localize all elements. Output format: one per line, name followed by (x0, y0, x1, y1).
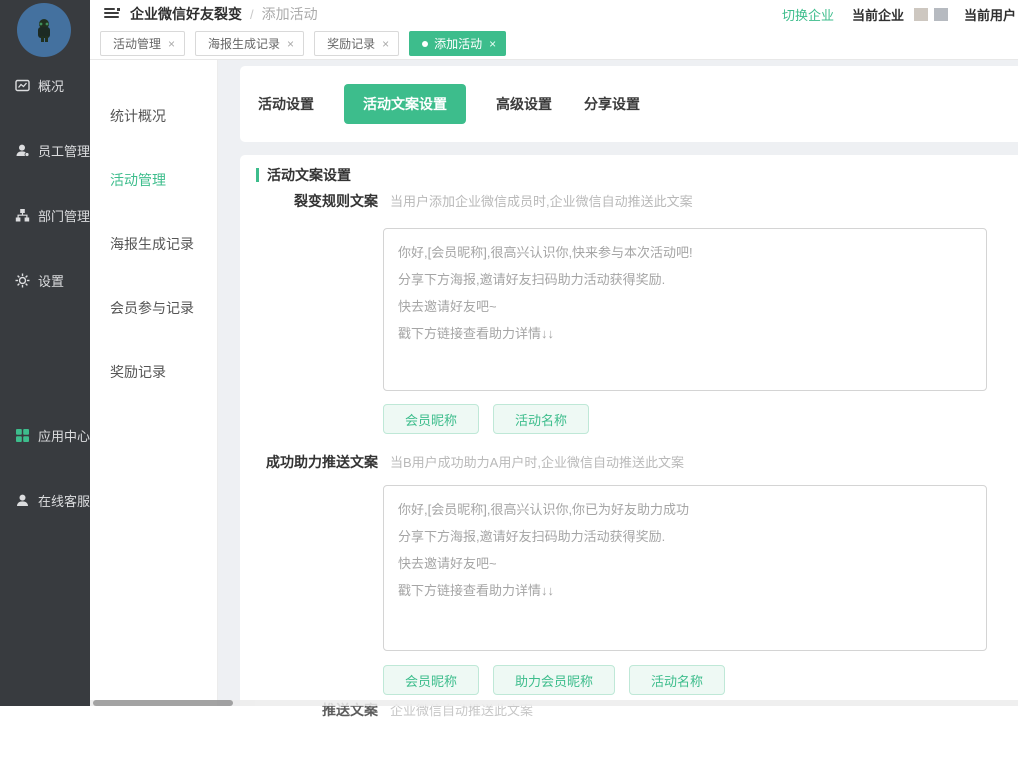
breadcrumb-current: 添加活动 (262, 4, 318, 24)
tab-label: 海报生成记录 (208, 35, 280, 52)
field-row-label: 裂变规则文案 当用户添加企业微信成员时,企业微信自动推送此文案 (240, 191, 693, 211)
module-sidebar: 统计概况 活动管理 海报生成记录 会员参与记录 奖励记录 (90, 60, 218, 706)
breadcrumb-parent[interactable]: 企业微信好友裂变 (130, 4, 242, 24)
tab-activity-copy-settings[interactable]: 活动文案设置 (344, 84, 466, 124)
app-logo[interactable] (17, 3, 71, 57)
current-company-label: 当前企业 (852, 5, 904, 24)
module-item-stats-overview[interactable]: 统计概况 (90, 84, 217, 148)
mascot-logo-icon (29, 15, 59, 45)
close-tab-icon[interactable]: × (287, 37, 294, 51)
collapse-menu-icon[interactable] (104, 7, 120, 21)
fission-rule-copy-textarea[interactable]: 你好,[会员昵称],很高兴认识你,快来参与本次活动吧! 分享下方海报,邀请好友扫… (383, 228, 987, 391)
insert-member-nickname-button[interactable]: 会员昵称 (383, 665, 479, 695)
company-name-redacted-block (914, 8, 928, 21)
tab-poster-records[interactable]: 海报生成记录 × (195, 31, 304, 56)
sidebar-item-employees[interactable]: 员工管理 (15, 141, 90, 159)
switch-company-link[interactable]: 切换企业 (782, 5, 834, 24)
horizontal-scrollbar[interactable] (90, 700, 1018, 706)
tab-label: 添加活动 (434, 35, 482, 52)
header-actions: 切换企业 当前企业 当前用户 (782, 0, 1018, 28)
sidebar-item-overview[interactable]: 概况 (15, 76, 64, 94)
tab-add-activity[interactable]: 添加活动 × (409, 31, 506, 56)
employee-icon (15, 143, 30, 158)
module-item-member-participation[interactable]: 会员参与记录 (90, 276, 217, 340)
dashboard-icon (15, 78, 30, 93)
sidebar-item-label: 应用中心 (38, 426, 90, 445)
active-dot (422, 41, 428, 47)
tab-activity-management[interactable]: 活动管理 × (100, 31, 185, 56)
insert-member-nickname-button[interactable]: 会员昵称 (383, 404, 479, 434)
insert-tags-row: 会员昵称 活动名称 (383, 404, 589, 434)
sidebar-item-label: 概况 (38, 76, 64, 95)
module-item-reward-records[interactable]: 奖励记录 (90, 340, 217, 404)
main-content-area: 活动设置 活动文案设置 高级设置 分享设置 活动文案设置 裂变规则文案 当用户添… (218, 60, 1018, 706)
module-item-poster-records[interactable]: 海报生成记录 (90, 212, 217, 276)
tab-activity-settings[interactable]: 活动设置 (256, 84, 316, 124)
settings-tabs-card: 活动设置 活动文案设置 高级设置 分享设置 (240, 66, 1018, 142)
close-tab-icon[interactable]: × (168, 37, 175, 51)
module-item-activity-management[interactable]: 活动管理 (90, 148, 217, 212)
insert-tags-row: 会员昵称 助力会员昵称 活动名称 (383, 665, 725, 695)
field-label: 成功助力推送文案 (240, 452, 378, 472)
service-icon (15, 493, 30, 508)
assist-success-copy-textarea[interactable]: 你好,[会员昵称],很高兴认识你,你已为好友助力成功 分享下方海报,邀请好友扫码… (383, 485, 987, 651)
tab-label: 奖励记录 (327, 35, 375, 52)
close-tab-icon[interactable]: × (489, 37, 496, 51)
primary-sidebar: 概况 员工管理 部门管理 设置 应用中心 在线客服 (0, 0, 90, 706)
insert-assist-member-nickname-button[interactable]: 助力会员昵称 (493, 665, 615, 695)
tab-share-settings[interactable]: 分享设置 (582, 84, 642, 124)
field-label: 裂变规则文案 (240, 191, 378, 211)
department-icon (15, 208, 30, 223)
field-row-label: 成功助力推送文案 当B用户成功助力A用户时,企业微信自动推送此文案 (240, 452, 684, 472)
open-tabs-bar: 活动管理 × 海报生成记录 × 奖励记录 × 添加活动 × (90, 28, 1018, 60)
sidebar-item-label: 员工管理 (38, 141, 90, 160)
tab-reward-records[interactable]: 奖励记录 × (314, 31, 399, 56)
sidebar-item-settings[interactable]: 设置 (15, 271, 64, 289)
field-hint: 当B用户成功助力A用户时,企业微信自动推送此文案 (390, 452, 684, 471)
gear-icon (15, 273, 30, 288)
tab-advanced-settings[interactable]: 高级设置 (494, 84, 554, 124)
section-title: 活动文案设置 (267, 165, 351, 185)
breadcrumb: 企业微信好友裂变 / 添加活动 (130, 0, 318, 28)
section-accent-bar (256, 168, 259, 182)
section-header: 活动文案设置 (256, 165, 351, 185)
insert-activity-name-button[interactable]: 活动名称 (493, 404, 589, 434)
tab-label: 活动管理 (113, 35, 161, 52)
copy-settings-form-card: 活动文案设置 裂变规则文案 当用户添加企业微信成员时,企业微信自动推送此文案 你… (240, 155, 1018, 775)
close-tab-icon[interactable]: × (382, 37, 389, 51)
breadcrumb-separator: / (250, 7, 254, 22)
sidebar-item-app-center[interactable]: 应用中心 (15, 426, 90, 444)
sidebar-item-label: 设置 (38, 271, 64, 290)
insert-activity-name-button[interactable]: 活动名称 (629, 665, 725, 695)
sidebar-item-departments[interactable]: 部门管理 (15, 206, 90, 224)
sidebar-item-label: 部门管理 (38, 206, 90, 225)
company-name-redacted-block (934, 8, 948, 21)
current-user-label: 当前用户 (964, 5, 1016, 24)
scrollbar-thumb[interactable] (93, 700, 233, 706)
sidebar-item-online-service[interactable]: 在线客服 (15, 491, 90, 509)
field-hint: 当用户添加企业微信成员时,企业微信自动推送此文案 (390, 191, 693, 210)
top-header: 企业微信好友裂变 / 添加活动 切换企业 当前企业 当前用户 (90, 0, 1018, 28)
apps-icon (15, 428, 30, 443)
sidebar-item-label: 在线客服 (38, 491, 90, 510)
